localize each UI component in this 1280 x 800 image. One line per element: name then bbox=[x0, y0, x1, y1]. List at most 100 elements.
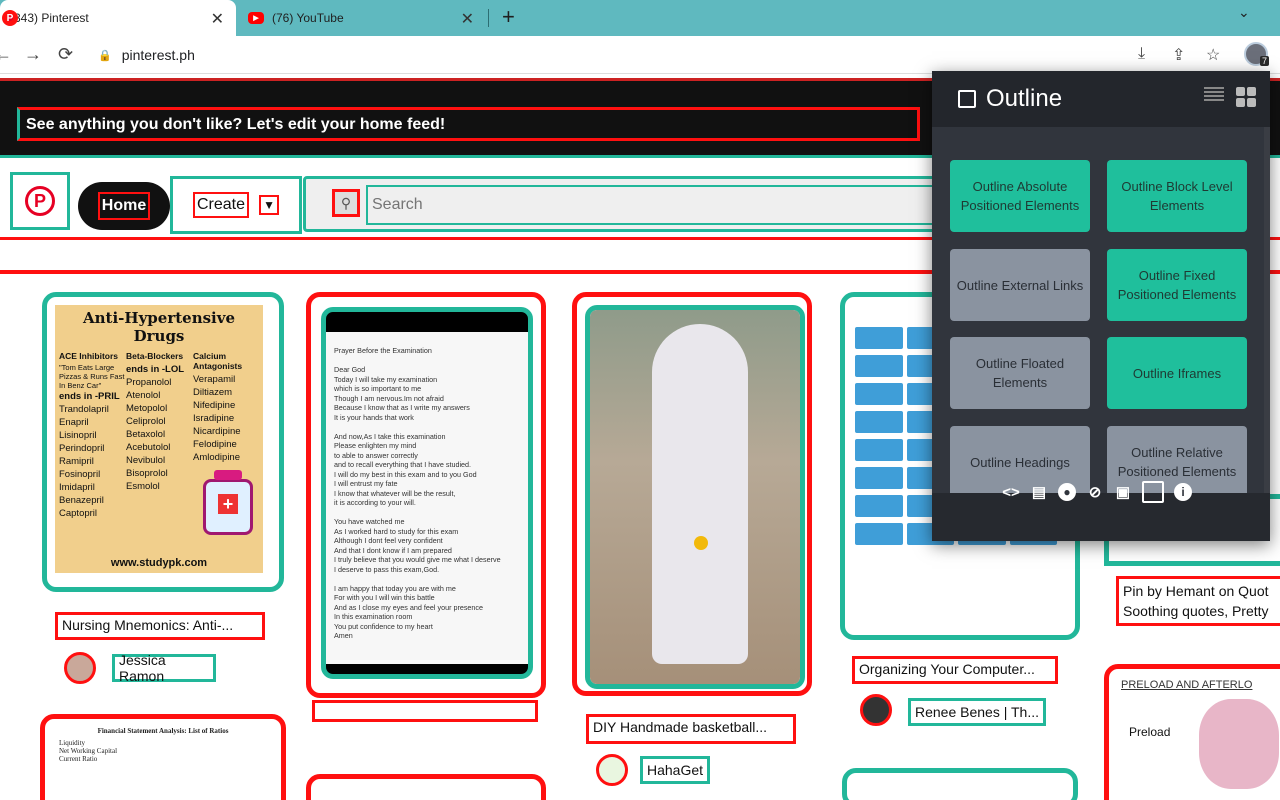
close-icon[interactable]: ✕ bbox=[461, 9, 474, 29]
avatar[interactable] bbox=[596, 754, 628, 786]
pin-title[interactable]: Organizing Your Computer... bbox=[852, 656, 1058, 684]
extension-badge: 7 bbox=[1260, 56, 1270, 66]
pin-card[interactable] bbox=[306, 774, 546, 800]
folder-icon bbox=[855, 383, 903, 405]
backboard bbox=[652, 324, 748, 664]
pin-card[interactable]: Anti-Hypertensive Drugs ACE Inhibitors "… bbox=[42, 292, 284, 592]
banner-text[interactable]: See anything you don't like? Let's edit … bbox=[17, 107, 920, 141]
home-label: Home bbox=[97, 192, 151, 220]
reload-icon[interactable]: ⟳ bbox=[58, 44, 73, 65]
chevron-down-icon[interactable]: ▼ bbox=[259, 195, 280, 215]
popup-footer: <> ▤ ● ⊘ ▣ i bbox=[932, 481, 1270, 541]
pinterest-logo[interactable]: P bbox=[10, 172, 70, 230]
image-heading: PRELOAD AND AFTERLO bbox=[1121, 679, 1253, 691]
folder-icon bbox=[855, 355, 903, 377]
pin-image[interactable] bbox=[585, 305, 805, 689]
pin-card[interactable]: Financial Statement Analysis: List of Ra… bbox=[40, 714, 286, 800]
option-fixed-positioned[interactable]: Outline Fixed Positioned Elements bbox=[1107, 249, 1247, 321]
back-icon[interactable]: ← bbox=[0, 44, 12, 65]
folder-icon bbox=[855, 439, 903, 461]
create-label: Create bbox=[192, 192, 250, 218]
pinterest-icon: P bbox=[25, 186, 55, 216]
options-grid: Outline Absolute Positioned Elements Out… bbox=[950, 160, 1248, 493]
image-icon[interactable]: ▣ bbox=[1114, 483, 1132, 501]
image-heading: Anti-Hypertensive Drugs bbox=[83, 309, 235, 345]
heart-illustration bbox=[1199, 699, 1279, 789]
search-bar: ⚲ bbox=[303, 176, 943, 232]
folder-icon bbox=[855, 467, 903, 489]
grid-view-icon[interactable] bbox=[1236, 87, 1256, 107]
medicine-bottle-icon bbox=[203, 470, 253, 535]
disable-icon[interactable]: ⊘ bbox=[1086, 483, 1104, 501]
forward-icon[interactable]: → bbox=[24, 44, 42, 65]
share-icon[interactable]: ⇪ bbox=[1172, 45, 1185, 65]
youtube-icon: ▶ bbox=[248, 12, 264, 24]
pin-title[interactable]: DIY Handmade basketball... bbox=[586, 714, 796, 744]
browser-tab-bar: P (343) Pinterest ✕ ▶ (76) YouTube ✕ + ⌄ bbox=[0, 0, 1280, 36]
tab-pinterest[interactable]: P (343) Pinterest ✕ bbox=[0, 0, 236, 36]
pin-title[interactable]: Pin by Hemant on Quot Soothing quotes, Pr… bbox=[1116, 576, 1280, 626]
doc-row: Net Working Capital bbox=[59, 747, 118, 755]
lock-icon: 🔒 bbox=[98, 49, 112, 62]
address-bar[interactable]: 🔒 pinterest.ph bbox=[90, 41, 1130, 69]
code-icon[interactable]: <> bbox=[1002, 483, 1020, 501]
outline-icon[interactable] bbox=[1142, 481, 1164, 503]
search-input[interactable] bbox=[366, 185, 936, 225]
drug-column: Beta-Blockers ends in -LOL Propanolol Ate… bbox=[126, 351, 185, 492]
folder-icon bbox=[855, 411, 903, 433]
pin-title[interactable]: Nursing Mnemonics: Anti-... bbox=[55, 612, 265, 640]
list-view-icon[interactable] bbox=[1204, 87, 1224, 103]
avatar[interactable] bbox=[64, 652, 96, 684]
doc-row: Current Ratio bbox=[59, 755, 98, 763]
image-footer: www.studypk.com bbox=[110, 557, 208, 569]
tab-youtube[interactable]: ▶ (76) YouTube ✕ bbox=[246, 0, 486, 36]
folder-icon bbox=[855, 495, 903, 517]
pin-user[interactable]: HahaGet bbox=[640, 756, 710, 784]
image-label: Preload bbox=[1129, 725, 1171, 739]
home-button[interactable]: Home bbox=[78, 182, 170, 230]
prayer-text: Prayer Before the Examination Dear God T… bbox=[326, 332, 528, 664]
pin-card[interactable]: Prayer Before the Examination Dear God T… bbox=[306, 292, 546, 698]
folder-icon bbox=[855, 523, 903, 545]
popup-header: Outline bbox=[932, 71, 1270, 127]
pin-card[interactable] bbox=[572, 292, 812, 696]
bookmark-star-icon[interactable]: ☆ bbox=[1206, 45, 1220, 65]
chevron-down-icon[interactable]: ⌄ bbox=[1238, 4, 1250, 21]
pin-image[interactable]: Financial Statement Analysis: List of Ra… bbox=[59, 727, 267, 800]
ball bbox=[694, 536, 708, 550]
pin-user[interactable]: Jessica Ramon bbox=[112, 652, 216, 684]
scrollbar[interactable] bbox=[1264, 127, 1270, 497]
option-external-links[interactable]: Outline External Links bbox=[950, 249, 1090, 321]
new-tab-button[interactable]: + bbox=[502, 4, 515, 30]
option-block-level[interactable]: Outline Block Level Elements bbox=[1107, 160, 1247, 232]
outline-extension-popup: Outline Outline Absolute Positioned Elem… bbox=[932, 71, 1270, 541]
install-icon[interactable]: ⤓ bbox=[1138, 45, 1145, 63]
doc-title: Financial Statement Analysis: List of Ra… bbox=[97, 727, 229, 735]
option-absolute-positioned[interactable]: Outline Absolute Positioned Elements bbox=[950, 160, 1090, 232]
pin-user[interactable]: Renee Benes | Th... bbox=[908, 698, 1046, 726]
browser-toolbar: ← → ⟳ 🔒 pinterest.ph ⤓ ⇪ ☆ 7 bbox=[0, 36, 1280, 74]
pin-card[interactable] bbox=[842, 768, 1078, 800]
folder-icon bbox=[855, 327, 903, 349]
view-toggle bbox=[1204, 87, 1256, 107]
cookie-icon[interactable]: ● bbox=[1058, 483, 1076, 501]
footer-toolbar: <> ▤ ● ⊘ ▣ i bbox=[1002, 481, 1192, 503]
info-icon[interactable]: i bbox=[1174, 483, 1192, 501]
pin-title[interactable] bbox=[312, 700, 538, 722]
option-floated[interactable]: Outline Floated Elements bbox=[950, 337, 1090, 409]
pin-image[interactable]: Anti-Hypertensive Drugs ACE Inhibitors "… bbox=[55, 305, 263, 573]
close-icon[interactable]: ✕ bbox=[211, 9, 224, 29]
pin-image[interactable]: Prayer Before the Examination Dear God T… bbox=[321, 307, 533, 679]
avatar[interactable] bbox=[860, 694, 892, 726]
basketball-game-photo bbox=[590, 310, 800, 684]
option-iframes[interactable]: Outline Iframes bbox=[1107, 337, 1247, 409]
tab-title: (343) Pinterest bbox=[10, 11, 89, 25]
outline-icon bbox=[958, 90, 976, 108]
pin-card[interactable]: PRELOAD AND AFTERLO Preload bbox=[1104, 664, 1280, 800]
drug-column: ACE Inhibitors "Tom Eats Large Pizzas & … bbox=[59, 351, 125, 519]
create-button[interactable]: Create ▼ bbox=[170, 176, 302, 234]
document-icon[interactable]: ▤ bbox=[1030, 483, 1048, 501]
tab-separator bbox=[488, 9, 489, 27]
popup-title: Outline bbox=[958, 85, 1062, 113]
url-text: pinterest.ph bbox=[121, 47, 195, 63]
